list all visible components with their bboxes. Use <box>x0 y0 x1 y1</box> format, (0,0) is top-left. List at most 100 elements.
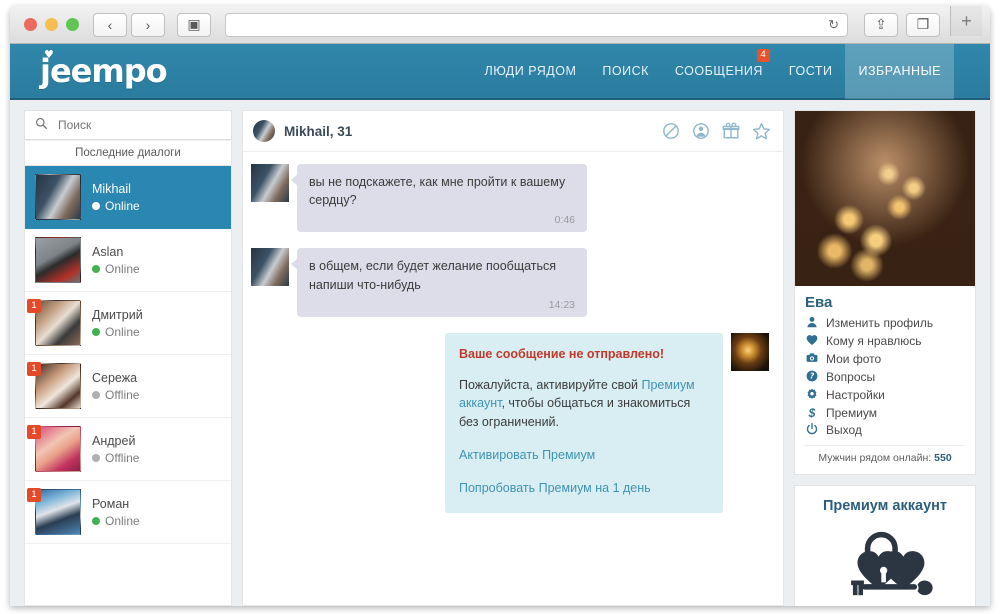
logo-text: jeempo <box>40 52 168 90</box>
contact-name: Mikhail <box>92 181 131 196</box>
message-bubble: вы не подскажете, как мне пройти к вашем… <box>291 164 587 233</box>
nav-item-people-nearby[interactable]: ЛЮДИ РЯДОМ <box>472 44 590 99</box>
premium-promo-title: Премиум аккаунт <box>823 498 947 514</box>
nav-item-favorites[interactable]: ИЗБРАННЫЕ <box>845 44 954 99</box>
nav-label: ИЗБРАННЫЕ <box>858 64 941 78</box>
profile-photo[interactable] <box>795 111 975 286</box>
site-logo[interactable]: ♥ jeempo <box>40 48 168 90</box>
sidebar-toggle-icon[interactable]: ▣ <box>177 12 211 37</box>
profile-panel: Ева Изменить профиль Кому я нравлюсь Мои… <box>794 110 976 606</box>
menu-label: Кому я нравлюсь <box>826 334 922 348</box>
message-avatar <box>251 164 289 202</box>
profile-menu-item-edit-profile[interactable]: Изменить профиль <box>805 314 965 332</box>
contact-item-roman[interactable]: 1 Роман Online <box>25 481 231 544</box>
new-tab-button[interactable]: + <box>950 6 982 36</box>
profile-menu-item-logout[interactable]: Выход <box>805 421 965 439</box>
gear-icon <box>805 388 819 403</box>
notice-body: Пожалуйста, активируйте свой Премиум акк… <box>459 378 695 430</box>
main-navigation: ЛЮДИ РЯДОМ ПОИСК СООБЩЕНИЯ 4 ГОСТИ ИЗБРА… <box>472 44 991 99</box>
close-window-button[interactable] <box>24 18 37 31</box>
avatar: 1 <box>27 299 81 346</box>
nav-label: СООБЩЕНИЯ <box>674 64 763 78</box>
window-controls[interactable] <box>24 18 79 31</box>
contact-name: Сережа <box>92 370 138 385</box>
contact-status: Offline <box>92 388 139 402</box>
maximize-window-button[interactable] <box>66 18 79 31</box>
unread-badge: 1 <box>27 488 41 502</box>
try-premium-one-day-link[interactable]: Попробовать Премиум на 1 день <box>459 479 709 498</box>
chat-peer[interactable]: Mikhail, 31 <box>253 120 352 142</box>
profile-menu-item-settings[interactable]: Настройки <box>805 386 965 404</box>
browser-window: ‹ › ▣ ↻ ⇪ ❐ + ♥ jeempo ЛЮДИ РЯДОМ ПОИСК … <box>10 6 990 606</box>
contact-status: Online <box>92 325 143 339</box>
avatar: 1 <box>27 425 81 472</box>
status-dot-icon <box>92 516 100 525</box>
own-avatar <box>731 332 769 371</box>
contact-item-andrey[interactable]: 1 Андрей Offline <box>25 418 231 481</box>
heart-icon <box>805 334 819 349</box>
nav-label: ГОСТИ <box>788 64 833 78</box>
profile-menu-item-my-photos[interactable]: Мои фото <box>805 350 965 368</box>
contact-item-mikhail[interactable]: Mikhail Online <box>25 166 231 229</box>
chat-action-icons <box>662 122 771 141</box>
profile-menu-item-who-likes-me[interactable]: Кому я нравлюсь <box>805 332 965 350</box>
menu-label: Премиум <box>826 405 878 420</box>
message-text: вы не подскажете, как мне пройти к вашем… <box>309 175 566 208</box>
status-dot-icon <box>92 390 100 399</box>
chat-peer-name: Mikhail, 31 <box>284 123 353 139</box>
dialogs-title: Последние диалоги <box>24 141 232 166</box>
chat-header: Mikhail, 31 <box>243 111 783 152</box>
nav-item-messages[interactable]: СООБЩЕНИЯ 4 <box>662 44 776 99</box>
svg-text:?: ? <box>810 371 815 380</box>
contact-status: Online <box>92 514 140 528</box>
notice-error-title: Ваше сообщение не отправлено! <box>459 346 665 361</box>
address-bar[interactable]: ↻ <box>225 12 848 37</box>
contact-item-dmitriy[interactable]: 1 Дмитрий Online <box>25 292 231 355</box>
share-icon[interactable]: ⇪ <box>864 12 898 37</box>
status-dot-icon <box>92 264 100 273</box>
forward-button[interactable]: › <box>131 12 165 37</box>
nav-label: ПОИСК <box>602 64 649 78</box>
block-icon[interactable] <box>662 122 680 140</box>
status-dot-icon <box>92 201 100 210</box>
contact-item-aslan[interactable]: Aslan Online <box>25 229 231 292</box>
contact-status: Offline <box>92 451 139 465</box>
unread-badge: 1 <box>27 299 41 313</box>
chat-panel: Mikhail, 31 вы не подскажете, как мне пр… <box>242 110 784 606</box>
profile-icon[interactable] <box>692 122 710 140</box>
online-counter-label: Мужчин рядом онлайн: <box>818 452 935 464</box>
notice-body-part1: Пожалуйста, активируйте свой <box>459 377 642 392</box>
favorite-star-icon[interactable] <box>752 122 771 141</box>
avatar: 1 <box>27 362 81 409</box>
menu-label: Выход <box>826 423 862 437</box>
message-row: вы не подскажете, как мне пройти к вашем… <box>251 164 769 233</box>
profile-menu-item-questions[interactable]: ? Вопросы <box>805 368 965 386</box>
screenshot-root: ‹ › ▣ ↻ ⇪ ❐ + ♥ jeempo ЛЮДИ РЯДОМ ПОИСК … <box>0 0 1000 614</box>
search-box[interactable] <box>24 110 232 140</box>
status-dot-icon <box>92 453 100 462</box>
avatar <box>35 174 81 220</box>
minimize-window-button[interactable] <box>45 18 58 31</box>
logo-heart-icon: ♥ <box>44 48 54 61</box>
reload-icon[interactable]: ↻ <box>828 17 839 33</box>
gift-icon[interactable] <box>722 122 740 140</box>
contact-item-serezha[interactable]: 1 Сережа Offline <box>25 355 231 418</box>
browser-toolbar: ‹ › ▣ ↻ ⇪ ❐ + <box>10 6 990 44</box>
search-icon <box>35 117 48 133</box>
status-dot-icon <box>92 327 100 336</box>
search-input[interactable] <box>58 118 221 132</box>
activate-premium-link[interactable]: Активировать Премиум <box>459 446 709 465</box>
dialogs-panel: Последние диалоги Mikhail Online <box>24 110 232 606</box>
message-avatar <box>251 248 289 287</box>
profile-card: Ева Изменить профиль Кому я нравлюсь Мои… <box>794 110 976 475</box>
contact-name: Андрей <box>92 433 136 448</box>
back-button[interactable]: ‹ <box>93 12 127 37</box>
nav-item-guests[interactable]: ГОСТИ <box>776 44 846 99</box>
profile-menu-item-premium[interactable]: $ Премиум <box>805 404 965 421</box>
premium-promo-card[interactable]: Премиум аккаунт <box>794 485 976 606</box>
online-counter: Мужчин рядом онлайн: 550 <box>805 445 965 470</box>
tabs-overview-icon[interactable]: ❐ <box>906 12 940 37</box>
nav-item-search[interactable]: ПОИСК <box>589 44 662 99</box>
power-icon <box>805 422 819 438</box>
